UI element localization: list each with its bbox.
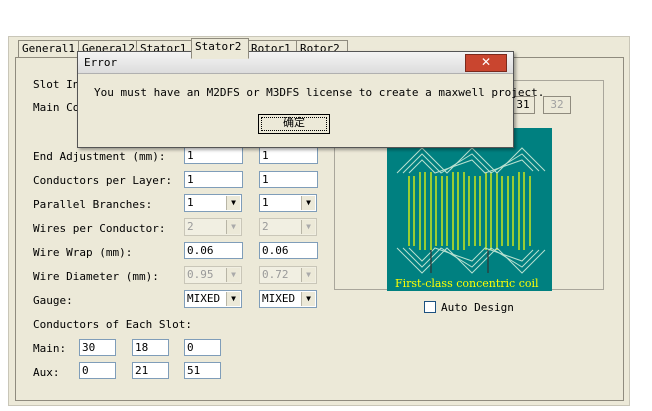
focus-rect [261, 117, 327, 131]
chevron-down-icon[interactable]: ▼ [301, 196, 315, 210]
parallel-branches-main-select[interactable]: 1 ▼ [184, 194, 242, 212]
wire-wrap-aux-field[interactable]: 0.06 [259, 242, 318, 259]
tab-stator2[interactable]: Stator2 [191, 38, 249, 59]
parallel-branches-aux-select[interactable]: 1 ▼ [259, 194, 317, 212]
dialog-titlebar[interactable]: Error ✕ [78, 52, 513, 74]
main-slot-field-1[interactable]: 30 [79, 339, 116, 356]
parallel-branches-main-value: 1 [187, 196, 194, 209]
wires-per-conductor-main-value: 2 [187, 220, 194, 233]
auto-design-label: Auto Design [441, 301, 514, 314]
wires-per-conductor-aux-select: 2 ▼ [259, 218, 317, 236]
dialog-title: Error [84, 56, 118, 69]
main-slot-field-3[interactable]: 0 [184, 339, 221, 356]
conductors-per-layer-aux-field[interactable]: 1 [259, 171, 318, 188]
ok-button[interactable]: 确定 [258, 114, 330, 134]
chevron-down-icon: ▼ [226, 268, 240, 282]
gauge-aux-value: MIXED [262, 292, 296, 305]
close-icon[interactable]: ✕ [465, 54, 507, 72]
wire-diameter-main-value: 0.95 [187, 268, 214, 281]
wire-wrap-main-field[interactable]: 0.06 [184, 242, 243, 259]
button-32: 32 [543, 96, 571, 114]
aux-row-label: Aux: [33, 366, 60, 379]
conductors-each-slot-label: Conductors of Each Slot: [33, 318, 192, 331]
conductors-per-layer-main-field[interactable]: 1 [184, 171, 243, 188]
wire-diameter-main-select: 0.95 ▼ [184, 266, 242, 284]
aux-slot-field-1[interactable]: 0 [79, 362, 116, 379]
wires-per-conductor-aux-value: 2 [262, 220, 269, 233]
gauge-aux-select[interactable]: MIXED ▼ [259, 290, 317, 308]
gauge-main-value: MIXED [187, 292, 221, 305]
end-adjustment-aux-field[interactable]: 1 [259, 147, 318, 164]
tab-general1[interactable]: General1 [18, 40, 80, 57]
aux-slot-field-3[interactable]: 51 [184, 362, 221, 379]
gauge-label: Gauge: [33, 294, 73, 307]
wire-wrap-label: Wire Wrap (mm): [33, 246, 133, 259]
chevron-down-icon: ▼ [226, 220, 240, 234]
wires-per-conductor-main-select: 2 ▼ [184, 218, 242, 236]
error-dialog: Error ✕ You must have an M2DFS or M3DFS … [77, 51, 544, 148]
chevron-down-icon[interactable]: ▼ [301, 292, 315, 306]
conductors-per-layer-label: Conductors per Layer: [33, 174, 173, 187]
auto-design-checkbox[interactable] [424, 301, 436, 313]
main-row-label: Main: [33, 342, 67, 355]
coil-caption: First-class concentric coil [395, 277, 539, 290]
main-slot-field-2[interactable]: 18 [132, 339, 169, 356]
parallel-branches-label: Parallel Branches: [33, 198, 153, 211]
end-adjustment-main-field[interactable]: 1 [184, 147, 243, 164]
wires-per-conductor-label: Wires per Conductor: [33, 222, 166, 235]
chevron-down-icon[interactable]: ▼ [226, 292, 240, 306]
wire-diameter-label: Wire Diameter (mm): [33, 270, 159, 283]
wire-diameter-aux-select: 0.72 ▼ [259, 266, 317, 284]
concentric-coil-graphic [396, 147, 546, 274]
end-adjustment-label: End Adjustment (mm): [33, 150, 166, 163]
parallel-branches-aux-value: 1 [262, 196, 269, 209]
chevron-down-icon: ▼ [301, 268, 315, 282]
chevron-down-icon: ▼ [301, 220, 315, 234]
coil-diagram: First-class concentric coil [387, 128, 552, 291]
main-conductors-label: Main Co [33, 101, 80, 114]
gauge-main-select[interactable]: MIXED ▼ [184, 290, 242, 308]
error-message: You must have an M2DFS or M3DFS license … [94, 86, 545, 99]
wire-diameter-aux-value: 0.72 [262, 268, 289, 281]
chevron-down-icon[interactable]: ▼ [226, 196, 240, 210]
aux-slot-field-2[interactable]: 21 [132, 362, 169, 379]
slot-insulation-label: Slot In [33, 78, 80, 91]
